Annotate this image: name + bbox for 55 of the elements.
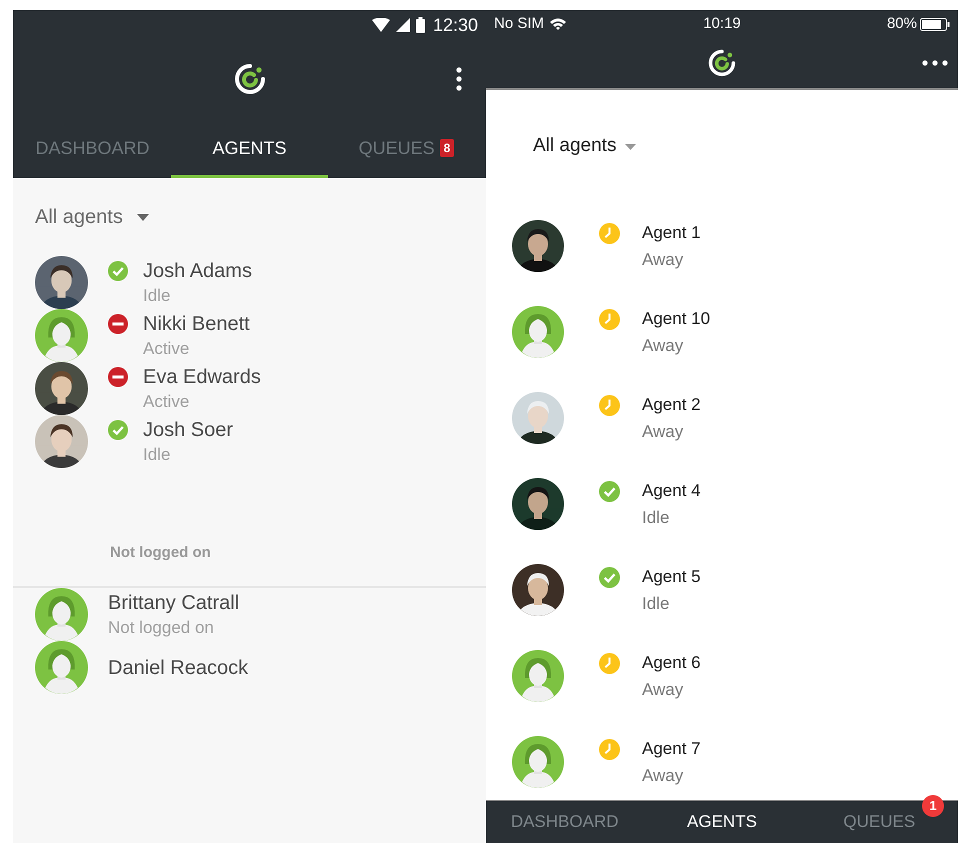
agent-status: Idle xyxy=(642,507,670,529)
agent-status: Away xyxy=(642,765,684,787)
person-avatar-icon xyxy=(512,736,564,788)
carrier-label: No SIM xyxy=(494,14,544,34)
agent-status: Not logged on xyxy=(108,616,215,638)
agent-name: Agent 2 xyxy=(642,394,701,416)
wifi-icon xyxy=(372,18,390,32)
agent-name: Agent 7 xyxy=(642,738,701,760)
status-time: 12:30 xyxy=(432,14,478,36)
battery-icon xyxy=(416,17,425,33)
logo-icon xyxy=(707,48,737,78)
tab[interactable]: DASHBOARD xyxy=(486,801,644,843)
agent-name: Agent 4 xyxy=(642,480,701,502)
agent-status: Away xyxy=(642,421,684,443)
agent-status: Idle xyxy=(143,444,172,466)
section-header: Not logged on xyxy=(110,542,211,563)
agent-name: Nikki Benett xyxy=(143,312,250,336)
agent-status: Active xyxy=(143,338,190,360)
tab[interactable]: AGENTS xyxy=(171,118,328,178)
caret-icon xyxy=(136,214,149,220)
agent-status: Away xyxy=(642,335,684,357)
more-icon[interactable] xyxy=(922,60,948,66)
agent-name: Eva Edwards xyxy=(143,364,261,390)
agent-status: Idle xyxy=(642,593,670,615)
agent-name: Josh Adams xyxy=(143,258,252,284)
agent-name: Josh Soer xyxy=(143,418,234,442)
agent-name: Agent 6 xyxy=(642,652,701,674)
caret-icon xyxy=(625,144,636,150)
tab[interactable]: DASHBOARD xyxy=(14,118,171,178)
agent-name: Agent 1 xyxy=(642,222,701,244)
agent-status: Idle xyxy=(143,284,172,306)
agent-status: Away xyxy=(642,249,684,271)
agent-status: Active xyxy=(143,390,190,412)
battery-icon xyxy=(920,18,950,30)
person-avatar-icon xyxy=(512,650,564,702)
agent-name: Brittany Catrall xyxy=(108,590,240,616)
logo-icon xyxy=(232,62,266,96)
tab[interactable]: QUEUES 8 xyxy=(328,118,485,178)
filter-dropdown[interactable]: All agents xyxy=(486,90,636,203)
count-badge: 1 xyxy=(922,795,944,817)
agent-status: Away xyxy=(642,679,684,701)
agent-name: Agent 10 xyxy=(642,308,710,330)
person-avatar-icon xyxy=(35,309,88,362)
status-time: 10:19 xyxy=(702,14,742,34)
agent-name: Daniel Reacock xyxy=(108,656,248,680)
person-avatar-icon xyxy=(512,306,564,358)
agent-name: Agent 5 xyxy=(642,566,701,588)
person-avatar-icon xyxy=(35,641,88,694)
signal-icon xyxy=(396,18,410,32)
battery-level: 80% xyxy=(886,14,917,34)
count-badge: 8 xyxy=(440,139,454,157)
tab[interactable]: AGENTS xyxy=(643,801,801,843)
wifi-icon xyxy=(550,18,566,30)
filter-dropdown[interactable]: All agents xyxy=(13,178,149,256)
menu-icon[interactable] xyxy=(456,67,462,91)
